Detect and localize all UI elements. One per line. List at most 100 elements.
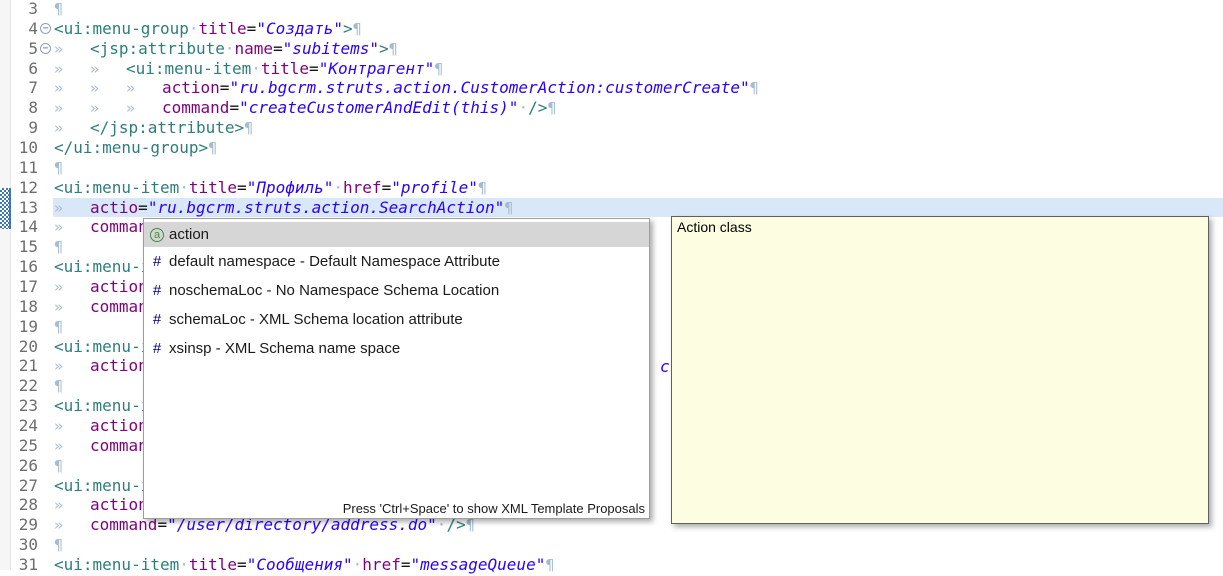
code-line: 10</ui:menu-group>¶ xyxy=(0,138,1223,158)
tab-whitespace-marker: » xyxy=(54,496,90,516)
code-text[interactable]: »action xyxy=(54,356,148,376)
tab-whitespace-marker: » xyxy=(54,516,90,536)
tab-whitespace-marker: » xyxy=(54,437,90,457)
line-number: 25 xyxy=(10,436,38,456)
tab-whitespace-marker: » xyxy=(126,79,162,99)
tab-whitespace-marker: » xyxy=(54,199,90,219)
line-number: 31 xyxy=(10,555,38,575)
fold-column xyxy=(38,535,54,555)
xml-template-icon: # xyxy=(150,253,164,270)
code-text[interactable]: »actio="ru.bgcrm.struts.action.SearchAct… xyxy=(54,198,513,218)
line-number: 15 xyxy=(10,237,38,257)
tab-whitespace-marker: » xyxy=(54,357,90,377)
code-text[interactable]: ¶ xyxy=(54,456,63,476)
code-line: 5−»<jsp:attribute·name="subitems">¶ xyxy=(0,39,1223,59)
proposal-item[interactable]: #default namespace - Default Namespace A… xyxy=(144,247,649,276)
code-text[interactable]: ¶ xyxy=(54,317,63,337)
proposal-item[interactable]: aaction xyxy=(144,222,649,247)
tab-whitespace-marker: » xyxy=(54,40,90,60)
code-text[interactable]: »<jsp:attribute·name="subitems">¶ xyxy=(54,39,398,59)
code-line: 6»»<ui:menu-item·title="Контрагент"¶ xyxy=(0,59,1223,79)
status-hint: Press 'Ctrl+Space' to show XML Template … xyxy=(343,501,645,516)
code-text[interactable]: »comman xyxy=(54,217,148,237)
fold-column xyxy=(38,416,54,436)
line-number: 13 xyxy=(10,198,38,218)
fold-column xyxy=(38,495,54,515)
fold-column xyxy=(38,396,54,416)
fold-column xyxy=(38,98,54,118)
fold-column xyxy=(38,356,54,376)
code-text[interactable]: ¶ xyxy=(54,535,63,555)
code-line: 9»</jsp:attribute>¶ xyxy=(0,118,1223,138)
proposal-item[interactable]: #noschemaLoc - No Namespace Schema Locat… xyxy=(144,276,649,305)
code-text[interactable]: <ui:menu-i xyxy=(54,337,150,357)
proposal-list: aaction#default namespace - Default Name… xyxy=(144,222,649,363)
code-text[interactable]: »action xyxy=(54,277,148,297)
fold-column xyxy=(38,376,54,396)
fold-column xyxy=(38,0,54,19)
xml-template-icon: # xyxy=(150,311,164,328)
line-number: 12 xyxy=(10,178,38,198)
line-number: 22 xyxy=(10,376,38,396)
line-number: 27 xyxy=(10,476,38,496)
fold-column xyxy=(38,217,54,237)
line-number: 11 xyxy=(10,158,38,178)
fold-column xyxy=(38,436,54,456)
fold-column xyxy=(38,257,54,277)
fold-collapse-icon[interactable]: − xyxy=(38,19,54,39)
line-number: 20 xyxy=(10,337,38,357)
fold-collapse-icon[interactable]: − xyxy=(38,39,54,59)
code-text[interactable]: <ui:menu-i xyxy=(54,396,150,416)
proposal-item[interactable]: #xsinsp - XML Schema name space xyxy=(144,334,649,363)
fold-column xyxy=(38,456,54,476)
code-text[interactable]: <ui:menu-item·title="Профиль"·href="prof… xyxy=(54,178,487,198)
tab-whitespace-marker: » xyxy=(54,79,90,99)
line-number: 21 xyxy=(10,356,38,376)
code-text[interactable]: »comman xyxy=(54,297,148,317)
tab-whitespace-marker: » xyxy=(54,60,90,80)
code-text[interactable]: <ui:menu-i xyxy=(54,257,150,277)
line-number: 7 xyxy=(10,78,38,98)
line-number: 18 xyxy=(10,297,38,317)
code-line: 4−<ui:menu-group·title="Создать">¶ xyxy=(0,19,1223,39)
code-text[interactable]: <ui:menu-item·title="Сообщения"·href="me… xyxy=(54,555,554,575)
fold-column xyxy=(38,198,54,218)
xml-attribute-icon: a xyxy=(150,228,164,242)
code-text[interactable]: »action xyxy=(54,495,148,515)
tab-whitespace-marker: » xyxy=(54,417,90,437)
code-text[interactable]: »»»action="ru.bgcrm.struts.action.Custom… xyxy=(54,78,759,98)
code-text[interactable]: <ui:menu-group·title="Создать">¶ xyxy=(54,19,362,39)
code-text[interactable]: <ui:menu-i xyxy=(54,476,150,496)
code-text[interactable]: ¶ xyxy=(54,376,63,396)
tab-whitespace-marker: » xyxy=(90,79,126,99)
tab-whitespace-marker: » xyxy=(54,218,90,238)
range-indicator-marker xyxy=(0,188,11,229)
proposal-item[interactable]: # schemaLoc - XML Schema location attribu… xyxy=(144,305,649,334)
code-text[interactable]: »action xyxy=(54,416,148,436)
tab-whitespace-marker: » xyxy=(54,119,90,139)
occluded-code-fragment: c xyxy=(660,357,670,377)
code-text[interactable]: ¶ xyxy=(54,158,63,178)
tab-whitespace-marker: » xyxy=(90,99,126,119)
tab-whitespace-marker: » xyxy=(54,278,90,298)
code-text[interactable]: »comman xyxy=(54,436,148,456)
tab-whitespace-marker: » xyxy=(54,298,90,318)
fold-column xyxy=(38,59,54,79)
code-text[interactable]: ¶ xyxy=(54,0,63,19)
line-number: 19 xyxy=(10,317,38,337)
code-text[interactable]: »</jsp:attribute>¶ xyxy=(54,118,253,138)
fold-column xyxy=(38,158,54,178)
proposal-label: schemaLoc - XML Schema location attribut… xyxy=(169,311,463,328)
fold-column xyxy=(38,118,54,138)
code-text[interactable]: »»»command="createCustomerAndEdit(this)"… xyxy=(54,98,556,118)
code-text[interactable]: </ui:menu-group>¶ xyxy=(54,138,217,158)
code-text[interactable]: ¶ xyxy=(54,237,63,257)
fold-column xyxy=(38,178,54,198)
code-line: 30¶ xyxy=(0,535,1223,555)
proposal-label: noschemaLoc - No Namespace Schema Locati… xyxy=(169,282,499,299)
tab-whitespace-marker: » xyxy=(54,99,90,119)
fold-column xyxy=(38,138,54,158)
fold-column xyxy=(38,78,54,98)
code-text[interactable]: »»<ui:menu-item·title="Контрагент"¶ xyxy=(54,59,443,79)
doc-hover-panel: Action class xyxy=(671,216,1209,524)
